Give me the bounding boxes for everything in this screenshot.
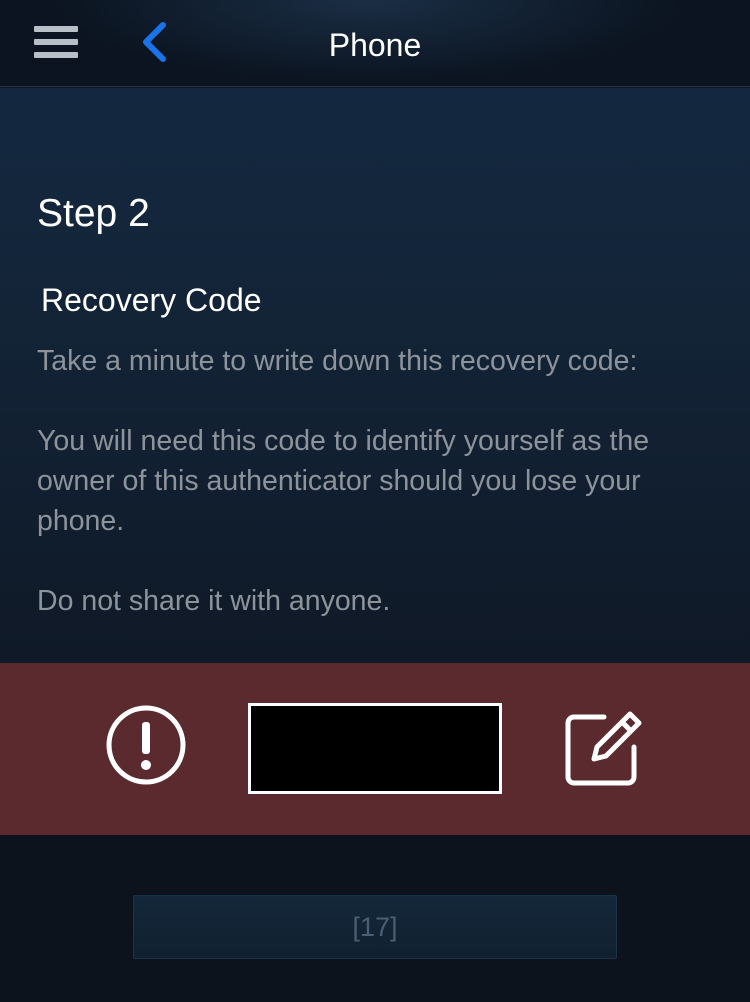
step-title: Step 2 xyxy=(37,192,150,235)
edit-note-icon[interactable] xyxy=(564,703,648,787)
instruction-text: Take a minute to write down this recover… xyxy=(37,345,638,377)
recovery-code-box xyxy=(248,703,502,794)
step-content: Step 2 Recovery Code Take a minute to wr… xyxy=(0,88,750,663)
explanation-text: You will need this code to identify your… xyxy=(37,425,650,537)
warning-text: Do not share it with anyone. xyxy=(37,585,391,617)
footer-area: [17] xyxy=(0,835,750,1002)
exclamation-circle-icon xyxy=(105,704,187,786)
section-title: Recovery Code xyxy=(41,282,262,318)
recovery-code-band xyxy=(0,663,750,835)
app-header: Phone xyxy=(0,0,750,87)
continue-button[interactable]: [17] xyxy=(133,895,617,959)
page-title: Phone xyxy=(328,27,422,63)
